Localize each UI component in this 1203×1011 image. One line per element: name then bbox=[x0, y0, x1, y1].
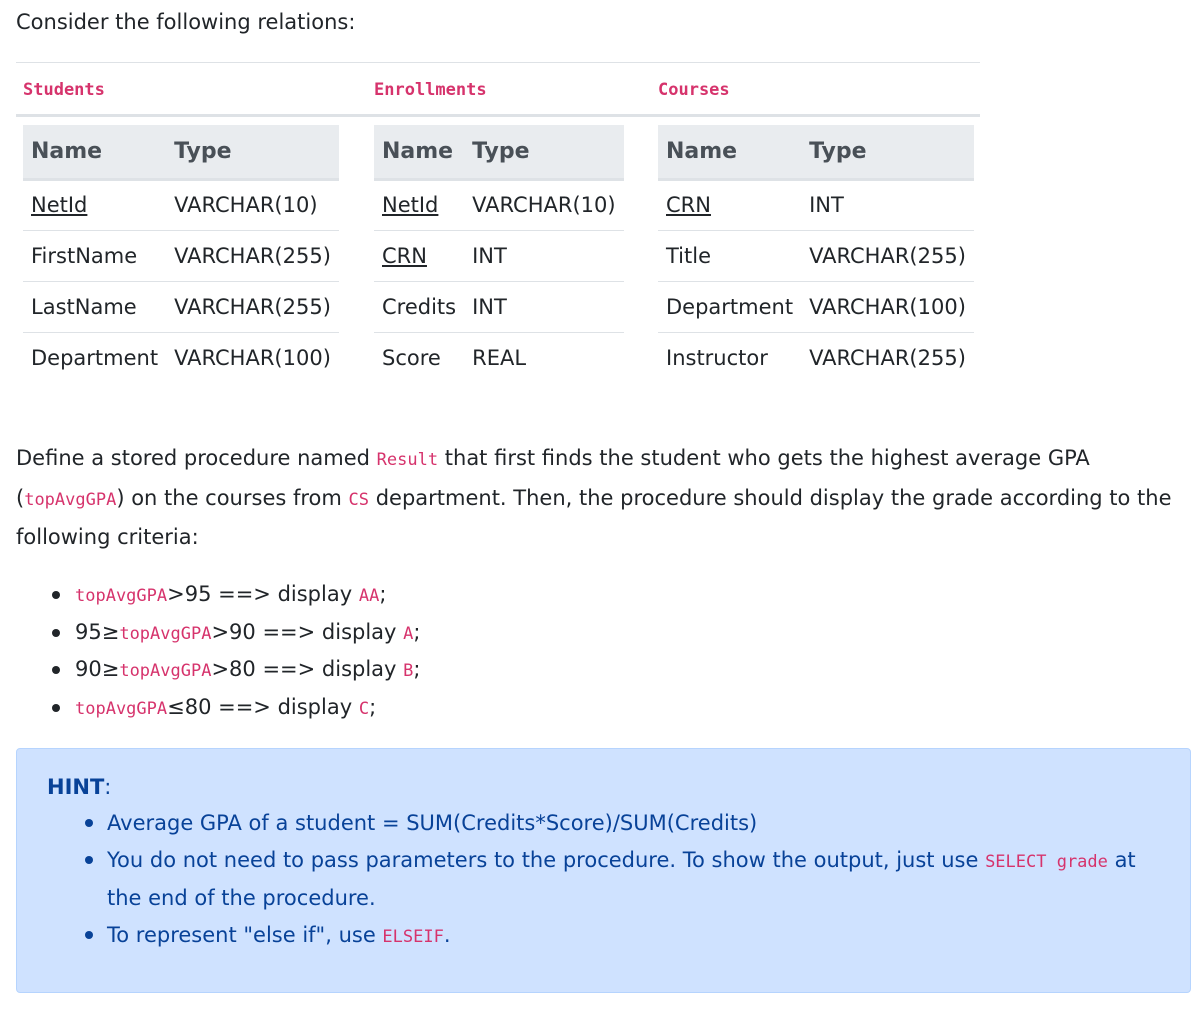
inline-code: topAvgGPA bbox=[75, 698, 168, 719]
criterion-text: >95 ==> display bbox=[167, 582, 359, 606]
list-item: 90≥topAvgGPA>80 ==> display B; bbox=[50, 651, 420, 689]
hint-text: . bbox=[443, 922, 451, 947]
criteria-list: topAvgGPA>95 ==> display AA; 95≥topAvgGP… bbox=[50, 576, 420, 726]
students-table: Name Type NetId VARCHAR(10) FirstName VA… bbox=[23, 125, 339, 383]
inline-code: topAvgGPA bbox=[119, 661, 212, 681]
column-header: Name bbox=[658, 125, 802, 181]
divider bbox=[16, 62, 980, 63]
list-item: topAvgGPA>95 ==> display AA; bbox=[50, 576, 420, 614]
attribute-type: VARCHAR(255) bbox=[166, 281, 339, 333]
inline-code: topAvgGPA bbox=[119, 623, 212, 644]
column-header: Name bbox=[374, 125, 465, 181]
inline-code: Result bbox=[376, 450, 439, 470]
attribute-name: NetId bbox=[23, 179, 167, 231]
attribute-type: REAL bbox=[472, 345, 527, 370]
column-header: Type bbox=[801, 125, 974, 181]
attribute-type: VARCHAR(255) bbox=[166, 230, 339, 282]
attribute-type: VARCHAR(10) bbox=[166, 179, 339, 231]
table-row: Score REAL bbox=[374, 332, 624, 383]
attribute-type: VARCHAR(255) bbox=[801, 230, 974, 282]
table-row: NetId VARCHAR(10) bbox=[23, 179, 339, 231]
inline-code: B bbox=[403, 661, 414, 681]
relation-name-courses: Courses bbox=[658, 80, 730, 100]
criterion-end: ; bbox=[379, 582, 387, 606]
attribute-name: CRN bbox=[658, 179, 802, 231]
inline-code: topAvgGPA bbox=[24, 489, 117, 510]
attribute-type: INT bbox=[464, 281, 624, 333]
hint-text: Average GPA of a student = SUM(Credits*S… bbox=[107, 811, 758, 835]
table-row: NetId VARCHAR(10) bbox=[374, 179, 624, 231]
hint-colon: : bbox=[104, 775, 112, 799]
table-header-row: Name Type bbox=[658, 125, 974, 181]
attribute-type: VARCHAR(255) bbox=[809, 345, 966, 370]
table-row: Department VARCHAR(100) bbox=[658, 281, 974, 333]
hint-text: You do not need to pass parameters to th… bbox=[107, 847, 986, 872]
attribute-name: Score bbox=[382, 345, 441, 370]
attribute-name: NetId bbox=[374, 179, 465, 231]
intro-text: Consider the following relations: bbox=[16, 10, 356, 34]
table-row: Title VARCHAR(255) bbox=[658, 230, 974, 282]
schema-table: Students Enrollments Courses Name Type N… bbox=[16, 62, 980, 392]
criterion-prefix: 95≥ bbox=[75, 619, 120, 644]
attribute-type: VARCHAR(100) bbox=[801, 281, 974, 333]
hint-box: HINT: Average GPA of a student = SUM(Cre… bbox=[16, 748, 1191, 993]
hint-title: HINT: bbox=[47, 771, 1160, 803]
criterion-prefix: 90≥ bbox=[75, 657, 120, 681]
hint-label: HINT bbox=[47, 775, 105, 799]
table-row: LastName VARCHAR(255) bbox=[23, 281, 339, 333]
criterion-end: ; bbox=[413, 657, 421, 681]
column-header: Type bbox=[166, 125, 339, 181]
task-text: Define a stored procedure named bbox=[16, 446, 377, 470]
inline-code: ELSEIF bbox=[382, 926, 444, 947]
column-header: Name bbox=[23, 125, 167, 181]
list-item: 95≥topAvgGPA>90 ==> display A; bbox=[50, 614, 420, 652]
task-description: Define a stored procedure named Result t… bbox=[16, 440, 1196, 557]
hint-list: Average GPA of a student = SUM(Credits*S… bbox=[85, 805, 1160, 956]
attribute-type: VARCHAR(100) bbox=[174, 345, 331, 370]
hint-text: To represent "else if", use bbox=[107, 922, 383, 947]
criterion-end: ; bbox=[369, 694, 377, 719]
task-text: ) on the courses from bbox=[116, 485, 349, 510]
criterion-text: >90 ==> display bbox=[211, 619, 404, 644]
inline-code: C bbox=[358, 698, 370, 719]
attribute-name: CRN bbox=[374, 230, 465, 282]
table-row: FirstName VARCHAR(255) bbox=[23, 230, 339, 282]
attribute-type: INT bbox=[464, 230, 624, 282]
attribute-type: VARCHAR(10) bbox=[464, 179, 624, 231]
table-header-row: Name Type bbox=[374, 125, 624, 181]
divider bbox=[16, 114, 980, 117]
courses-table: Name Type CRN INT Title VARCHAR(255) Dep… bbox=[658, 125, 974, 383]
table-row: Department VARCHAR(100) bbox=[23, 332, 339, 383]
table-row: CRN INT bbox=[658, 179, 974, 231]
enrollments-table: Name Type NetId VARCHAR(10) CRN INT Cred… bbox=[374, 125, 624, 383]
inline-code: AA bbox=[358, 586, 380, 606]
inline-code: A bbox=[403, 623, 414, 644]
attribute-name: LastName bbox=[23, 281, 167, 333]
relation-name-enrollments: Enrollments bbox=[374, 80, 487, 100]
table-header-row: Name Type bbox=[23, 125, 339, 181]
inline-code: topAvgGPA bbox=[75, 586, 168, 606]
attribute-type: INT bbox=[801, 179, 974, 231]
relation-name-students: Students bbox=[23, 80, 105, 100]
list-item: To represent "else if", use ELSEIF. bbox=[85, 917, 1160, 956]
attribute-name: Department bbox=[31, 345, 159, 370]
list-item: Average GPA of a student = SUM(Credits*S… bbox=[85, 805, 1160, 842]
column-header: Type bbox=[464, 125, 624, 181]
attribute-name: FirstName bbox=[23, 230, 167, 282]
table-row: CRN INT bbox=[374, 230, 624, 282]
attribute-name: Credits bbox=[374, 281, 465, 333]
table-row: Credits INT bbox=[374, 281, 624, 333]
attribute-name: Instructor bbox=[666, 345, 768, 370]
attribute-name: Department bbox=[658, 281, 802, 333]
attribute-name: Title bbox=[658, 230, 802, 282]
table-row: Instructor VARCHAR(255) bbox=[658, 332, 974, 383]
list-item: You do not need to pass parameters to th… bbox=[85, 842, 1160, 917]
criterion-text: >80 ==> display bbox=[211, 657, 404, 681]
criterion-text: ≤80 ==> display bbox=[167, 694, 359, 719]
list-item: topAvgGPA≤80 ==> display C; bbox=[50, 689, 420, 727]
inline-code: SELECT grade bbox=[985, 851, 1108, 872]
inline-code: CS bbox=[348, 489, 370, 510]
criterion-end: ; bbox=[413, 619, 421, 644]
